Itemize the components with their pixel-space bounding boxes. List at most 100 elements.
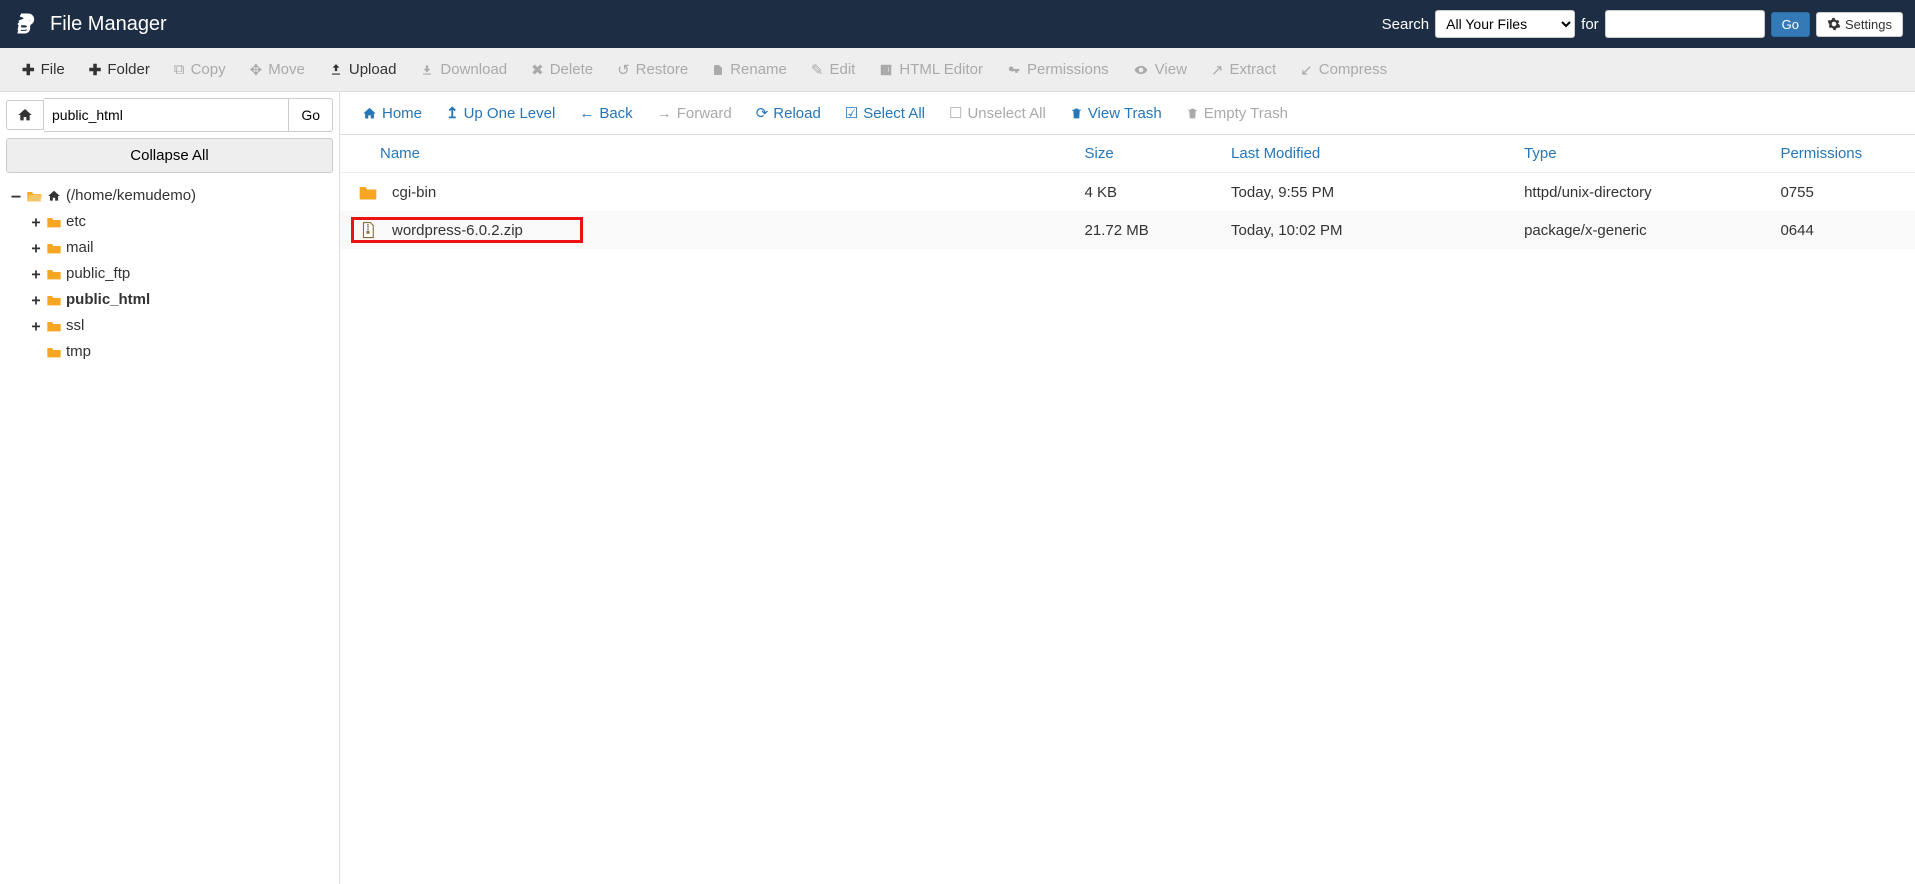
tree-label: ssl [66,315,84,337]
main-area: Go Collapse All – (/home/kemudemo) +etc+… [0,92,1915,884]
table-header-row: Name Size Last Modified Type Permissions [340,135,1915,173]
plus-icon: ✚ [89,61,102,79]
tree-label: tmp [66,341,91,363]
app-title: File Manager [50,13,167,36]
collapse-all-button[interactable]: Collapse All [6,138,333,173]
rename-button[interactable]: Rename [700,57,799,82]
edit-icon: ✎ [811,61,824,79]
cpanel-logo-icon [12,10,40,38]
content-area: Home ↥Up One Level ←Back →Forward ⟳Reloa… [340,92,1915,884]
expander-icon[interactable]: + [30,237,42,259]
search-input[interactable] [1605,10,1765,38]
upload-button[interactable]: Upload [317,57,409,82]
copy-button[interactable]: ⧉Copy [162,57,238,82]
move-button[interactable]: ✥Move [238,57,317,83]
file-modified: Today, 10:02 PM [1219,211,1512,249]
nav-empty-trash-button[interactable]: Empty Trash [1174,101,1300,126]
tree-node[interactable]: +etc [6,209,333,235]
restore-button[interactable]: ↺Restore [605,57,700,83]
nav-back-button[interactable]: ←Back [567,101,644,126]
file-permissions: 0755 [1768,173,1915,212]
tree-node[interactable]: +mail [6,235,333,261]
tree-node[interactable]: +public_html [6,287,333,313]
file-name: wordpress-6.0.2.zip [392,222,523,239]
nav-reload-button[interactable]: ⟳Reload [744,100,833,126]
tree-node[interactable]: +public_ftp [6,261,333,287]
table-row[interactable]: cgi-bin4 KBToday, 9:55 PMhttpd/unix-dire… [340,173,1915,212]
folder-icon [358,182,378,202]
tree-label: (/home/kemudemo) [66,185,196,207]
col-permissions-header[interactable]: Permissions [1768,135,1915,173]
table-row[interactable]: wordpress-6.0.2.zip 21.72 MBToday, 10:02 … [340,211,1915,249]
for-label: for [1581,16,1599,33]
path-input[interactable] [44,98,288,132]
expander-icon[interactable]: + [30,211,42,233]
nav-home-button[interactable]: Home [350,101,434,126]
tree-node[interactable]: + ssl [6,313,333,339]
file-type: package/x-generic [1512,211,1768,249]
search-label: Search [1382,16,1430,33]
toolbar: ✚File ✚Folder ⧉Copy ✥Move Upload Downloa… [0,48,1915,92]
col-type-header[interactable]: Type [1512,135,1768,173]
trash-icon [1070,106,1083,121]
file-size: 21.72 MB [1073,211,1220,249]
sidebar: Go Collapse All – (/home/kemudemo) +etc+… [0,92,340,884]
tree-node[interactable]: tmp [6,339,333,365]
forward-icon: → [657,105,672,122]
edit-button[interactable]: ✎Edit [799,57,867,83]
extract-button[interactable]: ↗Extract [1199,57,1288,83]
search-scope-select[interactable]: All Your Files [1435,10,1575,38]
delete-icon: ✖ [531,61,544,79]
key-icon [1007,63,1021,77]
check-icon: ☑ [845,104,858,122]
permissions-button[interactable]: Permissions [995,57,1121,82]
tree-root[interactable]: – (/home/kemudemo) [6,183,333,209]
nav-select-all-button[interactable]: ☑Select All [833,100,937,126]
eye-icon [1133,63,1149,77]
app-header: File Manager Search All Your Files for G… [0,0,1915,48]
expander-icon[interactable]: + [30,263,42,285]
col-modified-header[interactable]: Last Modified [1219,135,1512,173]
move-icon: ✥ [250,61,263,79]
download-button[interactable]: Download [408,57,519,82]
header-right: Search All Your Files for Go Settings [1382,10,1903,38]
col-name-header[interactable]: Name [340,135,1073,173]
listing-navbar: Home ↥Up One Level ←Back →Forward ⟳Reloa… [340,92,1915,135]
nav-unselect-all-button[interactable]: ☐Unselect All [937,100,1058,126]
path-go-button[interactable]: Go [288,98,333,132]
back-icon: ← [579,105,594,122]
search-go-button[interactable]: Go [1771,12,1810,37]
folder-icon [46,241,62,255]
up-icon: ↥ [446,104,459,122]
restore-icon: ↺ [617,61,630,79]
compress-button[interactable]: ↙Compress [1288,57,1399,83]
col-size-header[interactable]: Size [1073,135,1220,173]
extract-icon: ↗ [1211,61,1224,79]
reload-icon: ⟳ [756,104,769,122]
compress-icon: ↙ [1300,61,1313,79]
trash-icon [1186,106,1199,121]
html-editor-icon [879,63,893,77]
nav-up-button[interactable]: ↥Up One Level [434,100,567,126]
view-button[interactable]: View [1121,57,1199,82]
html-editor-button[interactable]: HTML Editor [867,57,995,82]
expander-icon[interactable]: + [30,289,42,311]
folder-icon [46,319,62,333]
expander-icon[interactable]: – [10,185,22,207]
file-button[interactable]: ✚File [10,57,77,83]
uncheck-icon: ☐ [949,104,962,122]
file-modified: Today, 9:55 PM [1219,173,1512,212]
rename-icon [712,63,724,77]
nav-forward-button[interactable]: →Forward [645,101,744,126]
nav-view-trash-button[interactable]: View Trash [1058,101,1174,126]
file-table: Name Size Last Modified Type Permissions… [340,135,1915,249]
path-home-button[interactable] [6,100,44,130]
settings-button[interactable]: Settings [1816,12,1903,37]
path-bar: Go [6,98,333,132]
folder-button[interactable]: ✚Folder [77,57,162,83]
upload-icon [329,63,343,77]
home-icon [362,106,377,121]
delete-button[interactable]: ✖Delete [519,57,605,83]
folder-icon [46,345,62,359]
expander-icon[interactable]: + [30,315,42,337]
